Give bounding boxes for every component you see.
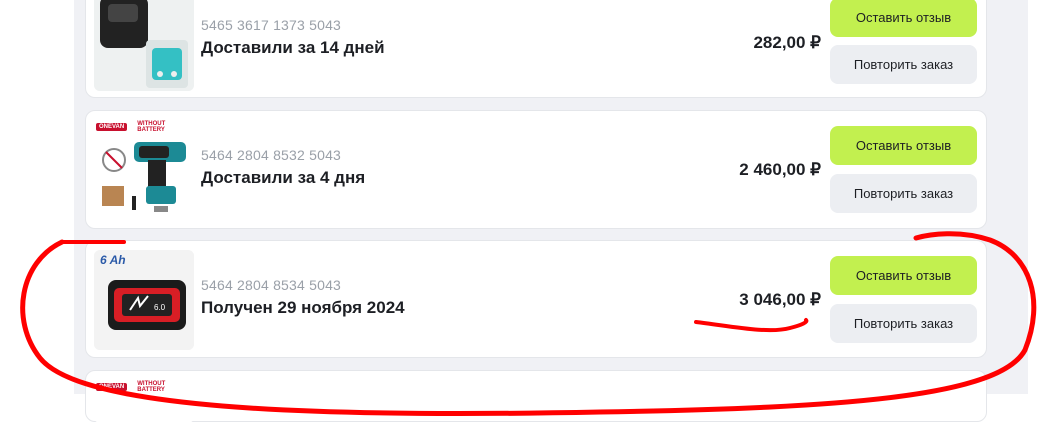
order-number: 5464 2804 8534 5043 [201,277,342,293]
order-status: Доставили за 4 дня [201,168,366,187]
impact-wrench-image [102,142,186,212]
battery-adapter-image [94,0,194,91]
order-price: 282,00 ₽ [753,33,821,52]
product-image[interactable]: ONEVAN WITHOUT BATTERY [94,380,194,423]
order-price: 2 460,00 ₽ [739,160,821,179]
product-banner: ONEVAN WITHOUT BATTERY [94,380,194,394]
order-card: 6.0 6 Ah 5464 2804 8534 5043 Получен 29 … [85,240,987,358]
battery-capacity-label: 6 Ah [100,253,126,267]
order-status: Доставили за 14 дней [201,38,385,57]
product-image[interactable]: ONEVAN WITHOUT BATTERY [94,120,194,220]
order-price: 3 046,00 ₽ [739,290,821,309]
repeat-order-button[interactable]: Повторить заказ [830,304,977,343]
order-card: ONEVAN WITHOUT BATTERY [85,370,987,423]
order-card: 5465 3617 1373 5043 Доставили за 14 дней… [85,0,987,98]
order-number: 5464 2804 8532 5043 [201,147,342,163]
svg-text:6.0: 6.0 [154,303,166,312]
order-status: Получен 29 ноября 2024 [201,298,405,317]
product-image[interactable] [94,0,194,91]
product-image[interactable]: 6.0 6 Ah [94,250,194,350]
repeat-order-button[interactable]: Повторить заказ [830,174,977,213]
repeat-order-button[interactable]: Повторить заказ [830,45,977,84]
order-number: 5465 3617 1373 5043 [201,17,342,33]
product-banner: ONEVAN WITHOUT BATTERY [94,120,194,134]
leave-review-button[interactable]: Оставить отзыв [830,256,977,295]
order-card: ONEVAN WITHOUT BATTERY 5464 2804 8532 50… [85,110,987,229]
leave-review-button[interactable]: Оставить отзыв [830,126,977,165]
leave-review-button[interactable]: Оставить отзыв [830,0,977,37]
